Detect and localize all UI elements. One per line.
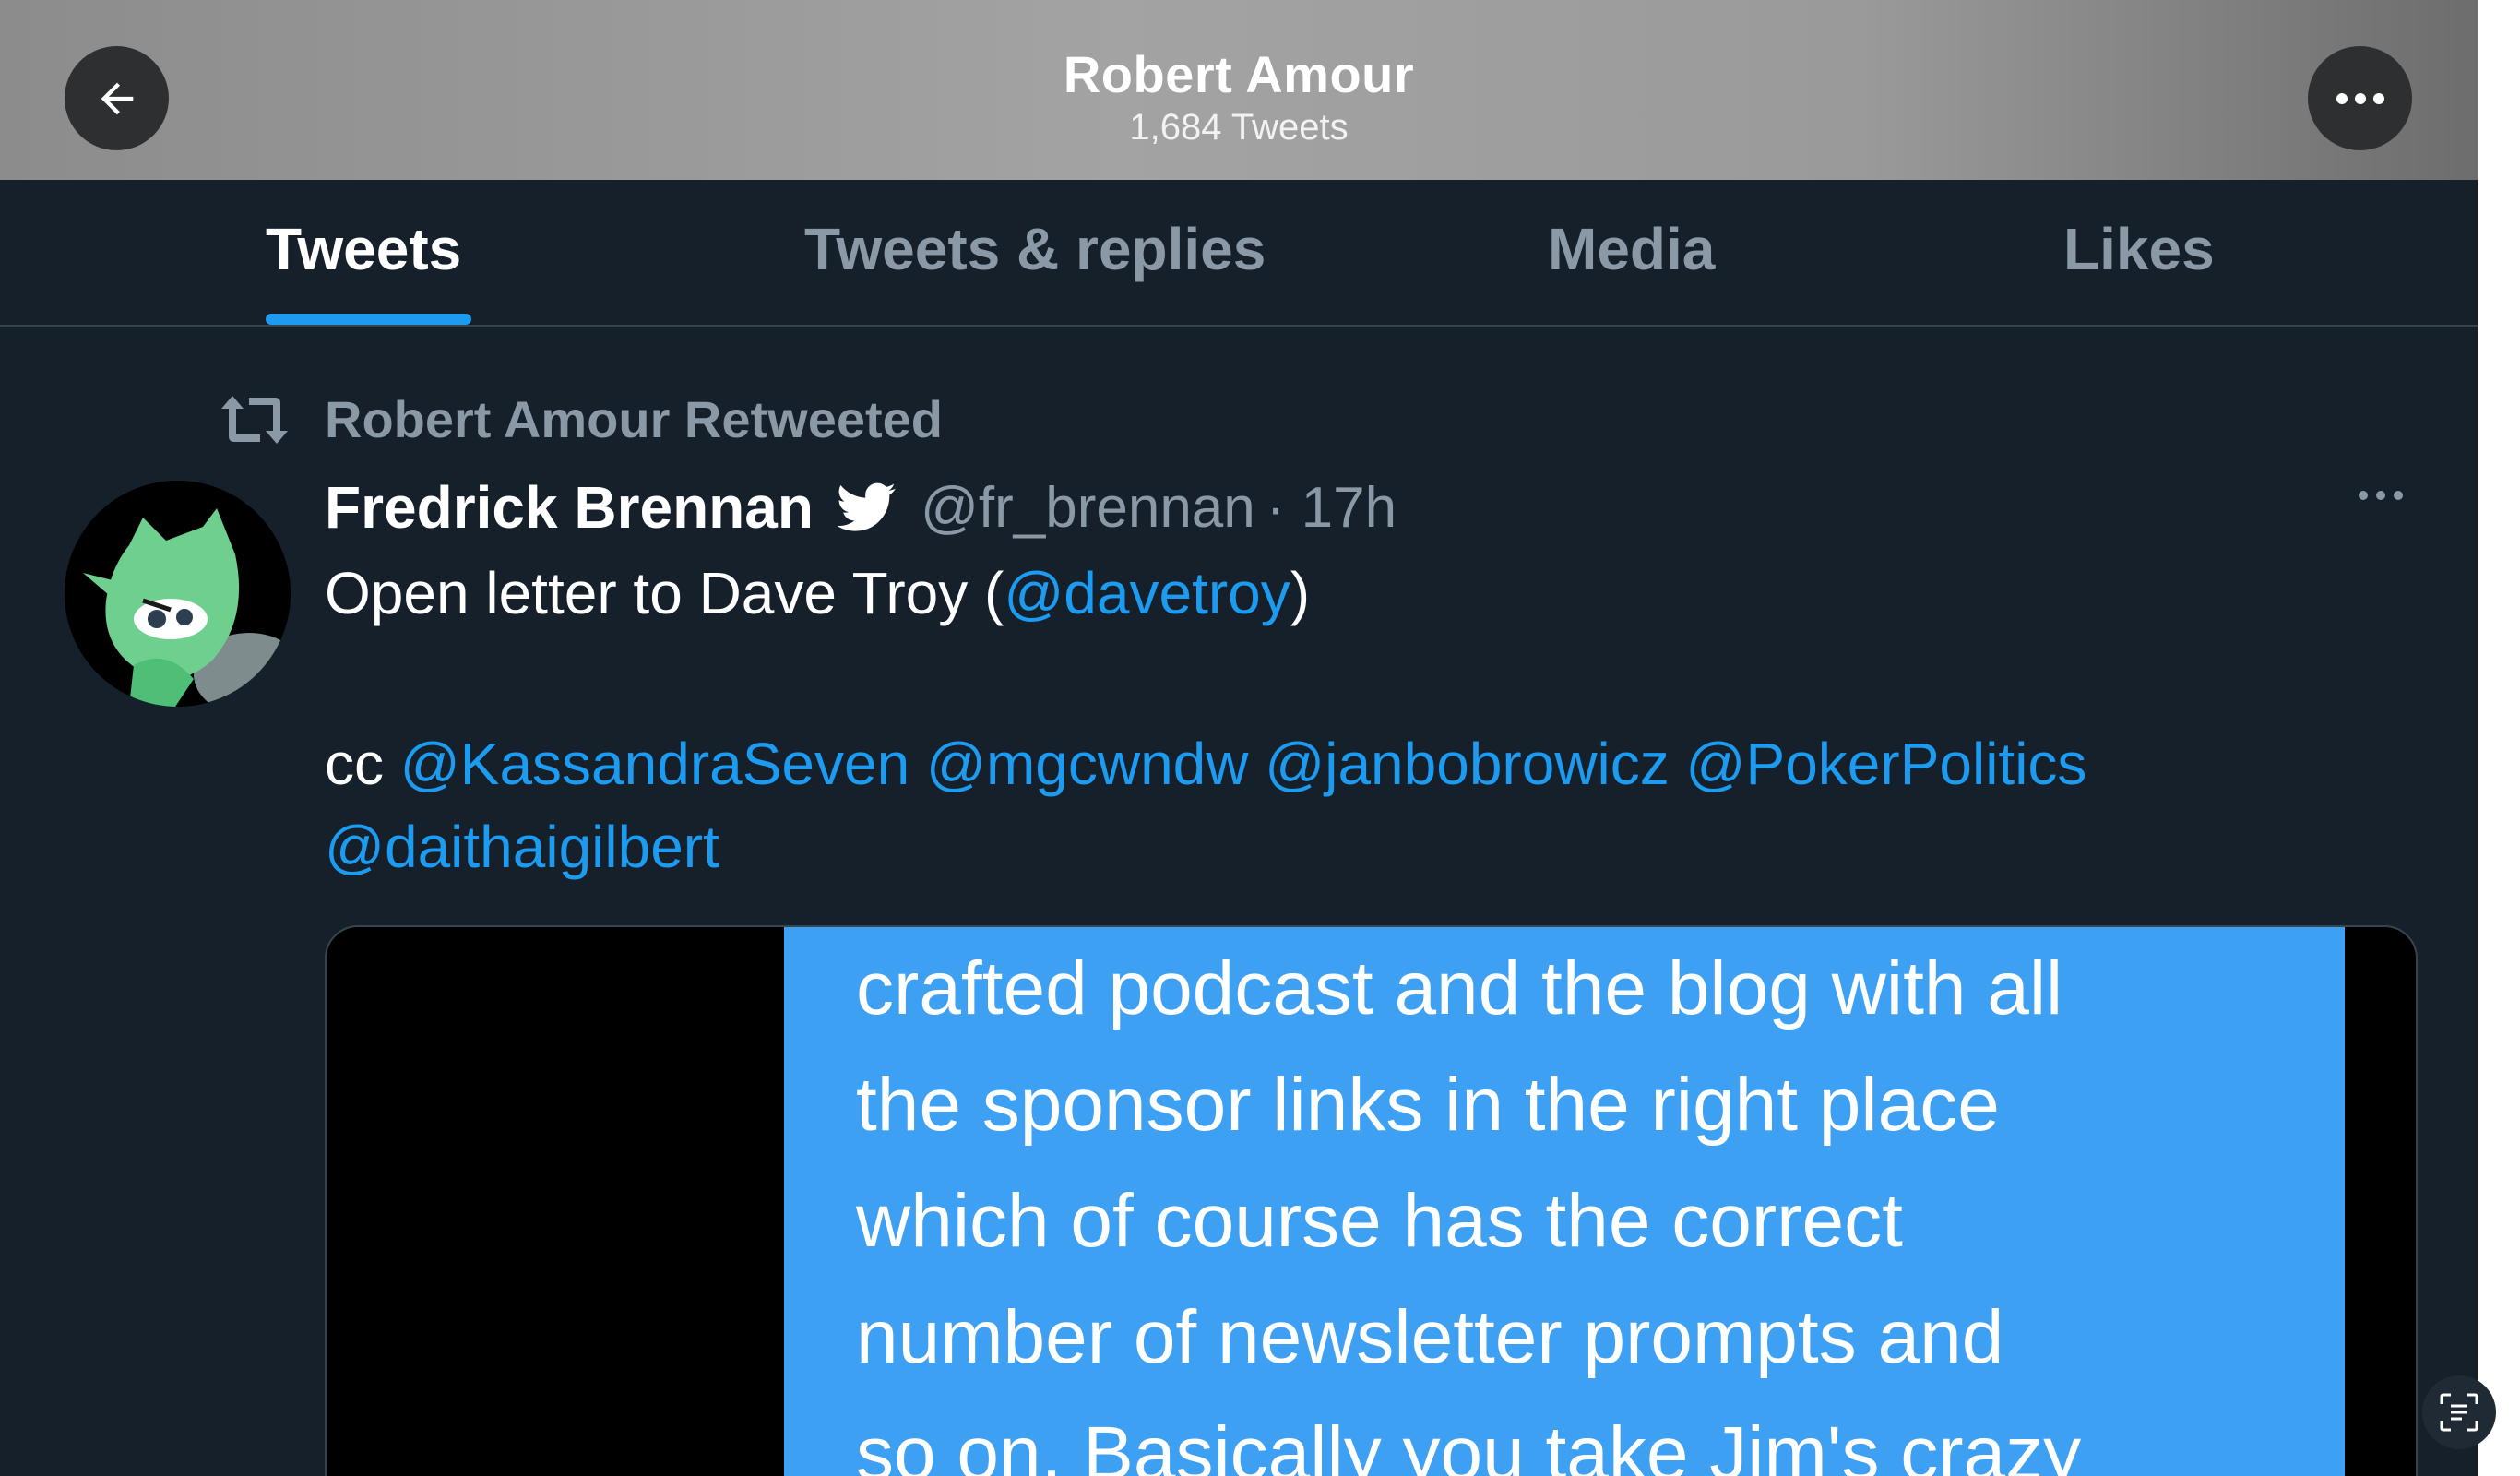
author-handle[interactable]: @fr_brennan — [921, 475, 1255, 541]
media-text-line: number of newsletter prompts and — [856, 1295, 2004, 1379]
profile-tabs: Tweets Tweets & replies Media Likes — [0, 180, 2478, 327]
tweet-media[interactable]: crafted podcast and the blog with all th… — [325, 925, 2418, 1476]
tab-likes[interactable]: Likes — [2063, 215, 2215, 283]
avatar-image — [65, 481, 291, 707]
mention-link[interactable]: @PokerPolitics — [1686, 731, 2087, 797]
mention-link[interactable]: @davetroy — [1004, 560, 1290, 626]
media-text-line: so on. Basically you take Jim's crazy — [856, 1411, 2082, 1476]
profile-header: Robert Amour 1,684 Tweets — [0, 0, 2478, 180]
text-scan-icon — [2440, 1393, 2478, 1432]
ellipsis-icon — [2336, 92, 2384, 104]
twitter-bird-icon — [837, 482, 897, 533]
avatar[interactable] — [65, 481, 291, 707]
tweet-cc-line: cc @KassandraSeven @mgcwndw @janbobrowic… — [325, 722, 2086, 805]
tab-tweets-and-replies[interactable]: Tweets & replies — [804, 215, 1266, 283]
live-text-button[interactable] — [2422, 1375, 2496, 1449]
tweet-more-button[interactable] — [2357, 489, 2405, 506]
tweet-time[interactable]: · 17h — [1266, 475, 1397, 541]
header-title: Robert Amour — [1063, 45, 1415, 103]
media-text-line: the sponsor links in the right place — [856, 1063, 2000, 1147]
mention-link[interactable]: @mgcwndw — [926, 731, 1249, 797]
tweet-count: 1,684 Tweets — [1129, 107, 1349, 148]
media-text-line: crafted podcast and the blog with all — [856, 946, 2063, 1030]
retweet-icon — [221, 396, 288, 444]
active-tab-indicator — [266, 314, 471, 325]
author-name[interactable]: Fredrick Brennan — [325, 473, 814, 542]
media-text-line: which of course has the correct — [856, 1179, 1903, 1263]
tweet-text-line1: Open letter to Dave Troy (@davetroy) — [325, 552, 1310, 635]
tweet-author-row: Fredrick Brennan @fr_brennan · 17h — [325, 469, 1397, 546]
mention-link[interactable]: @KassandraSeven — [400, 731, 909, 797]
tab-media[interactable]: Media — [1548, 215, 1715, 283]
window-edge — [2478, 0, 2520, 1476]
cc-label: cc — [325, 731, 400, 797]
tweet-text: ) — [1290, 560, 1311, 626]
mention-link[interactable]: @janbobrowicz — [1265, 731, 1670, 797]
mention-link[interactable]: @daithaigilbert — [325, 814, 719, 880]
tweet-text: Open letter to Dave Troy ( — [325, 560, 1004, 626]
retweet-context — [218, 383, 291, 457]
tab-tweets[interactable]: Tweets — [266, 215, 461, 283]
media-screenshot: crafted podcast and the blog with all th… — [784, 927, 2345, 1476]
tweet-cc-line-2: @daithaigilbert — [325, 805, 719, 888]
more-options-button[interactable] — [2308, 46, 2412, 150]
profile-page: Robert Amour 1,684 Tweets Tweets Tweets … — [0, 0, 2478, 1476]
ellipsis-icon — [2359, 491, 2403, 500]
retweet-label[interactable]: Robert Amour Retweeted — [325, 389, 943, 449]
